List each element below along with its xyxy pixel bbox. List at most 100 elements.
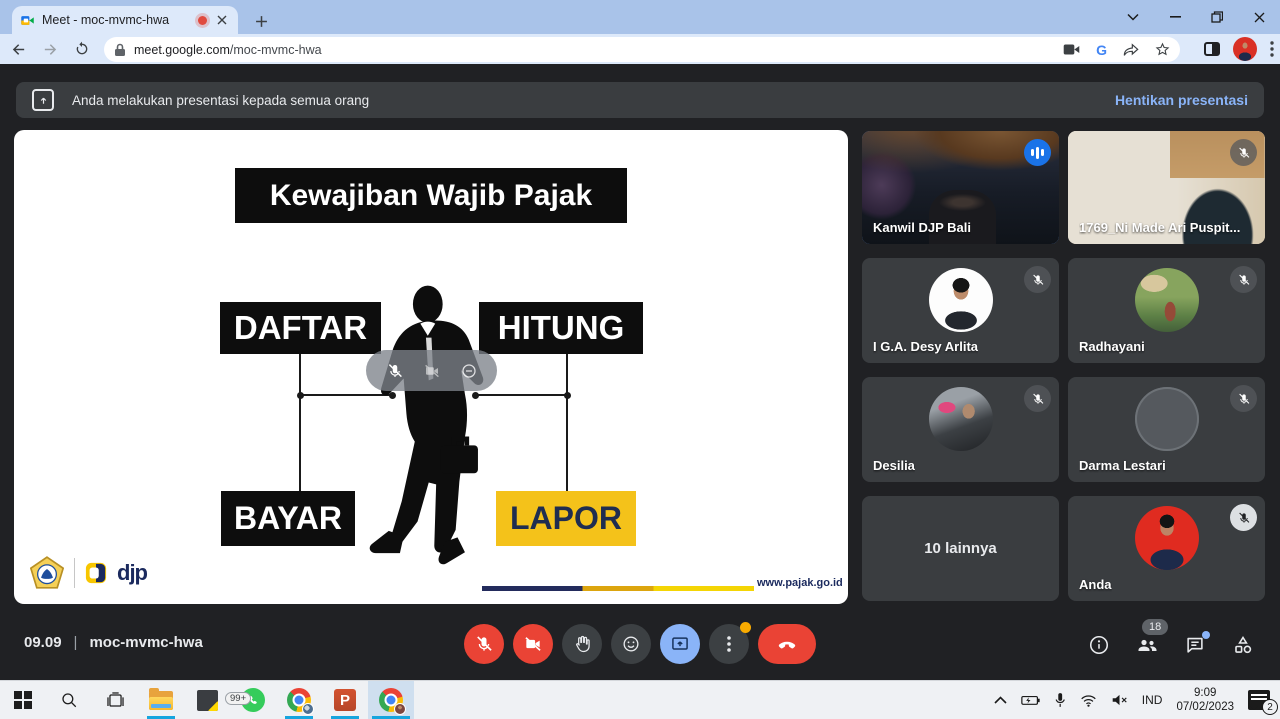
taskbar-sticky-notes[interactable] — [184, 681, 230, 719]
restore-button[interactable] — [1196, 0, 1238, 34]
businessman-silhouette — [350, 280, 500, 568]
task-view-icon — [106, 691, 125, 710]
reload-button[interactable] — [68, 35, 96, 63]
leave-call-button[interactable] — [758, 624, 816, 664]
notification-count-badge: 2 — [1262, 699, 1278, 715]
new-tab-button[interactable] — [250, 10, 272, 32]
google-page-action-icon[interactable]: G — [1096, 42, 1107, 58]
participant-tile-desy[interactable]: I G.A. Desy Arlita — [862, 258, 1059, 363]
recording-indicator-icon — [198, 16, 207, 25]
address-bar[interactable]: meet.google.com/moc-mvmc-hwa G — [104, 37, 1180, 62]
pip-mic-off-icon[interactable] — [386, 362, 404, 380]
participant-avatar — [1135, 387, 1199, 451]
whatsapp-icon: 99+ — [241, 688, 265, 712]
slide-label-bayar: BAYAR — [221, 491, 355, 546]
taskbar-powerpoint[interactable]: P — [322, 681, 368, 719]
participants-button[interactable]: 18 — [1134, 632, 1160, 658]
taskbar-chrome-2[interactable] — [368, 681, 414, 719]
participant-tile-nimade[interactable]: 1769_Ni Made Ari Puspit... — [1068, 131, 1265, 244]
mic-muted-icon — [1230, 504, 1257, 531]
participant-name: Anda — [1079, 577, 1112, 592]
chat-notification-dot — [1202, 631, 1210, 639]
back-button[interactable] — [4, 35, 32, 63]
participant-count-badge: 18 — [1142, 619, 1168, 635]
participant-name: I G.A. Desy Arlita — [873, 339, 978, 354]
camera-toggle-button[interactable] — [513, 624, 553, 664]
minimize-button[interactable] — [1154, 0, 1196, 34]
logo-divider — [74, 558, 75, 588]
connector-line — [566, 395, 568, 491]
side-panel-icon[interactable] — [1204, 42, 1220, 56]
participant-name: Darma Lestari — [1079, 458, 1166, 473]
pip-cam-off-icon[interactable] — [423, 362, 441, 380]
browser-tabstrip: Meet - moc-mvmc-hwa — [0, 0, 1280, 34]
tray-date: 07/02/2023 — [1176, 700, 1234, 714]
tab-title: Meet - moc-mvmc-hwa — [42, 13, 191, 27]
participant-avatar — [929, 268, 993, 332]
profile-avatar[interactable] — [1233, 37, 1257, 61]
bookmark-star-icon[interactable] — [1155, 42, 1170, 57]
connector-dot — [564, 392, 571, 399]
participant-tile-overflow[interactable]: 10 lainnya — [862, 496, 1059, 601]
pip-remove-icon[interactable] — [460, 362, 478, 380]
meet-favicon — [20, 13, 35, 28]
tray-mic-icon[interactable] — [1054, 692, 1066, 708]
search-icon — [60, 691, 78, 709]
taskbar-file-explorer[interactable] — [138, 681, 184, 719]
media-camera-indicator-icon[interactable] — [1063, 43, 1080, 56]
tray-clock[interactable]: 9:09 07/02/2023 — [1176, 686, 1234, 715]
pip-controls-overlay[interactable] — [366, 350, 497, 391]
participant-tile-self[interactable]: Anda — [1068, 496, 1265, 601]
raise-hand-button[interactable] — [562, 624, 602, 664]
task-view-button[interactable] — [92, 681, 138, 719]
participant-tile-kanwil[interactable]: Kanwil DJP Bali — [862, 131, 1059, 244]
activities-button[interactable] — [1230, 632, 1256, 658]
battery-icon[interactable] — [1021, 694, 1040, 706]
browser-menu-icon[interactable] — [1270, 41, 1274, 57]
chrome-icon — [287, 688, 311, 712]
tab-search-chevron-icon[interactable] — [1112, 0, 1154, 34]
screen: Meet - moc-mvmc-hwa meet.google.com/moc-… — [0, 0, 1280, 719]
taskbar-search-button[interactable] — [46, 681, 92, 719]
participant-name: Radhayani — [1079, 339, 1145, 354]
more-options-button[interactable] — [709, 624, 749, 664]
tab-close-icon[interactable] — [214, 12, 230, 28]
reactions-button[interactable] — [611, 624, 651, 664]
notification-dot — [740, 622, 751, 633]
sticky-notes-icon — [197, 690, 218, 711]
close-window-button[interactable] — [1238, 0, 1280, 34]
connector-line — [299, 395, 301, 491]
participant-name: Kanwil DJP Bali — [873, 220, 971, 235]
tray-chevron-icon[interactable] — [994, 696, 1007, 704]
connector-line — [299, 354, 301, 395]
action-center-button[interactable]: 2 — [1248, 690, 1270, 710]
windows-taskbar: 99+ P IND — [0, 680, 1280, 719]
slide-label-lapor: LAPOR — [496, 491, 636, 546]
participant-tile-desilia[interactable]: Desilia — [862, 377, 1059, 482]
participant-tile-radhayani[interactable]: Radhayani — [1068, 258, 1265, 363]
url-path: /moc-mvmc-hwa — [230, 43, 322, 57]
browser-tab[interactable]: Meet - moc-mvmc-hwa — [12, 6, 238, 34]
forward-button[interactable] — [36, 35, 64, 63]
wifi-icon[interactable] — [1080, 694, 1097, 707]
participant-tile-darma[interactable]: Darma Lestari — [1068, 377, 1265, 482]
taskbar-whatsapp[interactable]: 99+ — [230, 681, 276, 719]
share-icon[interactable] — [1123, 43, 1139, 57]
start-button[interactable] — [0, 681, 46, 719]
slide-accent-bar — [482, 586, 754, 591]
taskbar-chrome-1[interactable] — [276, 681, 322, 719]
mic-muted-icon — [1230, 266, 1257, 293]
meeting-code-label: moc-mvmc-hwa — [89, 634, 202, 651]
window-controls — [1112, 0, 1280, 34]
mic-muted-icon — [1024, 266, 1051, 293]
slide-website: www.pajak.go.id — [757, 577, 843, 589]
mic-toggle-button[interactable] — [464, 624, 504, 664]
meeting-details-button[interactable] — [1086, 632, 1112, 658]
language-indicator[interactable]: IND — [1142, 693, 1163, 707]
volume-muted-icon[interactable] — [1111, 693, 1128, 707]
overflow-count-label: 10 lainnya — [924, 540, 997, 557]
present-screen-button[interactable] — [660, 624, 700, 664]
stop-presenting-button[interactable]: Hentikan presentasi — [1115, 92, 1248, 108]
chat-button[interactable] — [1182, 632, 1208, 658]
browser-toolbar: meet.google.com/moc-mvmc-hwa G — [0, 34, 1280, 64]
